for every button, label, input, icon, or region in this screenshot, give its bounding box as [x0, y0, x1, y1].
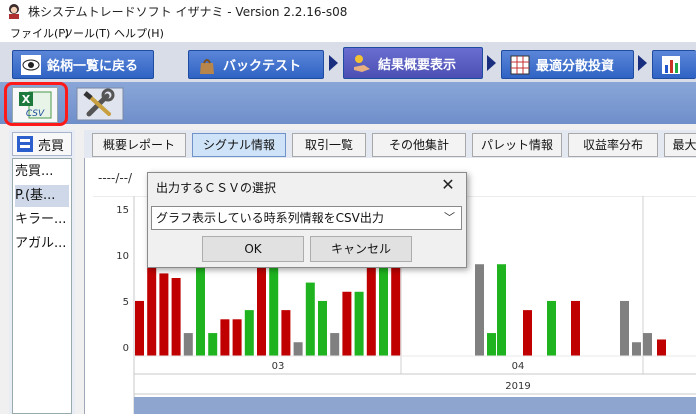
x-year-label: 2019	[505, 381, 530, 392]
chart-bar	[305, 282, 315, 356]
chart-bar	[475, 264, 484, 356]
chart-bar	[366, 264, 376, 356]
chart-bar	[281, 310, 291, 356]
chart-bar	[354, 291, 364, 356]
chart-bar	[497, 264, 506, 356]
strategy-item[interactable]: アガル...	[15, 233, 69, 255]
chart-bar	[487, 333, 496, 356]
chart-bar	[171, 278, 181, 356]
date-range-label: ----/--/	[98, 171, 133, 185]
close-icon[interactable]: ✕	[438, 175, 458, 195]
tab-return-distribution[interactable]: 収益率分布	[568, 133, 658, 157]
arrow-right-icon	[329, 55, 338, 71]
x-month-label: 03	[272, 361, 285, 372]
tab-signal-info[interactable]: シグナル情報	[192, 133, 286, 157]
chart-icon	[662, 55, 680, 74]
strategy-item[interactable]: 売買...	[15, 161, 69, 183]
chart-bar	[523, 310, 532, 356]
chart-bar	[318, 300, 327, 356]
wrench-screwdriver-icon	[76, 87, 124, 121]
y-tick-label: 10	[116, 251, 129, 262]
chart-bar	[342, 291, 352, 356]
main-tab-strip: 銘柄一覧に戻る バックテスト 結果概要表示 最適分散投資	[0, 42, 696, 82]
chart-bar	[657, 339, 666, 356]
chart-bar	[293, 342, 303, 356]
chart-bar	[547, 300, 556, 356]
strategy-header-label: 売買	[38, 138, 65, 154]
chart-bar	[330, 333, 340, 356]
arrow-right-icon	[638, 55, 647, 71]
tab-max-partial[interactable]: 最大	[664, 133, 696, 157]
chart-bar	[244, 310, 254, 356]
tab-palette-info[interactable]: パレット情報	[472, 133, 562, 157]
app-logo-icon	[9, 4, 19, 19]
strategy-item-selected[interactable]: P.(基...	[15, 185, 69, 207]
dialog-title: 出力するＣＳＶの選択	[156, 181, 277, 195]
chart-bar	[232, 319, 242, 356]
window-title: 株システムトレードソフト イザナミ - Version 2.2.16-s08	[28, 5, 348, 19]
sub-tab-strip: 概要レポート シグナル情報 取引一覧 その他集計 パレット情報 収益率分布 最大	[84, 130, 696, 158]
menu-help[interactable]: ヘルプ(H)	[114, 25, 164, 41]
chart-bar	[620, 300, 629, 356]
tab-summary-report[interactable]: 概要レポート	[92, 133, 186, 157]
strategy-item[interactable]: キラー...	[15, 209, 69, 231]
tab-trade-list[interactable]: 取引一覧	[292, 133, 366, 157]
chart-bar	[159, 273, 169, 356]
strategy-header[interactable]: 売買	[12, 132, 72, 156]
chart-bar	[208, 333, 218, 356]
y-tick-label: 15	[116, 205, 129, 216]
ok-button[interactable]: OK	[202, 236, 304, 262]
tab-next-partial[interactable]	[652, 50, 696, 79]
chart-bar	[135, 300, 144, 356]
chart-bar	[632, 342, 641, 356]
strategy-icon	[17, 136, 33, 152]
tab-back-to-stock-list[interactable]: 銘柄一覧に戻る	[12, 50, 154, 79]
cancel-button[interactable]: キャンセル	[310, 236, 412, 262]
csv-type-select[interactable]: グラフ表示している時系列情報をCSV出力 ﹀	[151, 206, 462, 230]
chart-bar	[571, 300, 580, 356]
chart-bar	[643, 333, 652, 356]
menu-tools[interactable]: ツール(T)	[62, 25, 110, 41]
tab-backtest[interactable]: バックテスト	[188, 50, 324, 79]
chart-bar	[183, 333, 193, 356]
csv-selection-dialog: 出力するＣＳＶの選択 ✕ グラフ表示している時系列情報をCSV出力 ﹀ OK キ…	[147, 172, 467, 268]
csv-type-selected-value: グラフ表示している時系列情報をCSV出力	[156, 211, 384, 225]
tab-optimal-diversification[interactable]: 最適分散投資	[501, 50, 634, 79]
csv-button-highlight	[4, 82, 68, 126]
x-month-label: 04	[512, 361, 525, 372]
chart-bar	[220, 319, 230, 356]
chevron-down-icon: ﹀	[444, 211, 455, 224]
chart-scrollbar[interactable]	[134, 397, 696, 414]
hand-coins-icon	[354, 55, 370, 72]
tab-other-stats[interactable]: その他集計	[372, 133, 466, 157]
tools-button[interactable]	[75, 86, 125, 122]
bag-icon	[200, 58, 214, 74]
y-tick-label: 0	[123, 343, 129, 354]
strategy-list: 売買... P.(基... キラー... アガル...	[12, 158, 72, 414]
arrow-right-icon	[487, 55, 496, 71]
grid-calculator-icon	[510, 55, 530, 74]
tab-result-summary[interactable]: 結果概要表示	[343, 47, 483, 79]
eye-icon	[21, 54, 41, 75]
y-tick-label: 5	[123, 297, 129, 308]
menu-bar: ファイル(F) ツール(T) ヘルプ(H)	[0, 22, 696, 43]
menu-file[interactable]: ファイル(F)	[10, 25, 69, 41]
